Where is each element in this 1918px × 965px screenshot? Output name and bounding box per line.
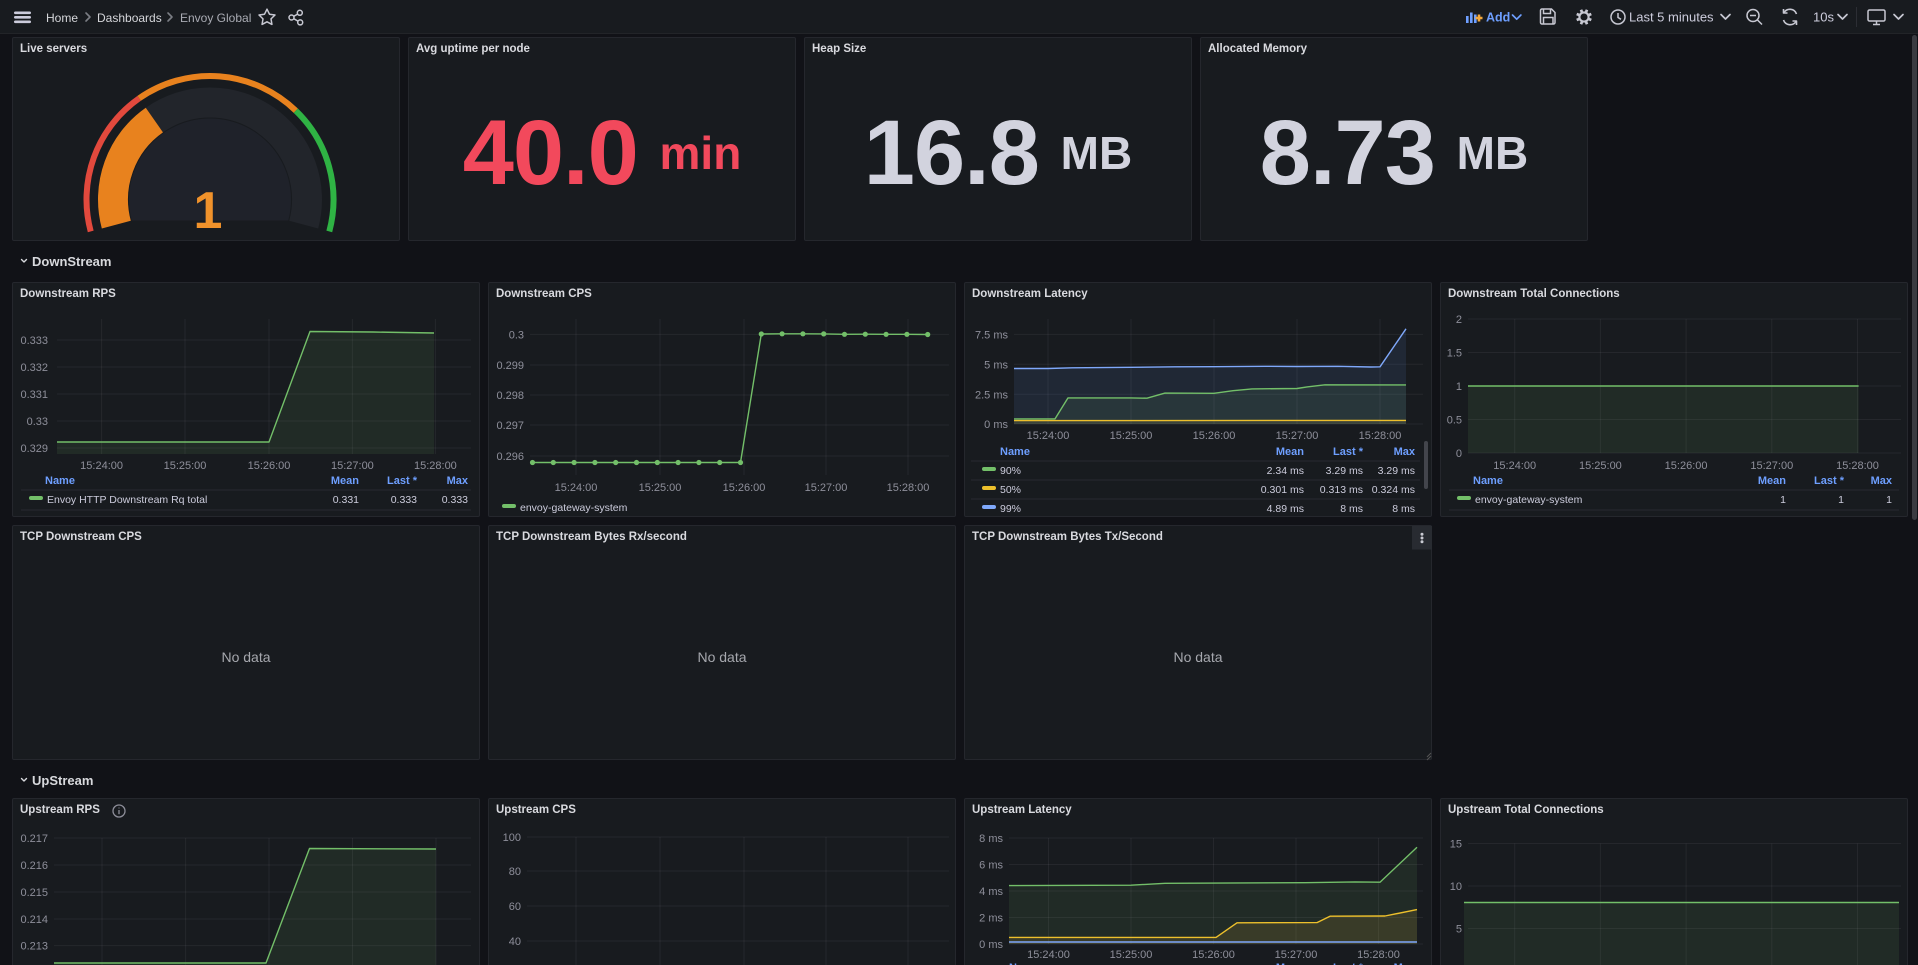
svg-text:100: 100 bbox=[503, 832, 521, 844]
svg-text:15:28:00: 15:28:00 bbox=[414, 460, 457, 472]
svg-text:0.33: 0.33 bbox=[27, 416, 48, 428]
svg-text:15:28:00: 15:28:00 bbox=[887, 482, 930, 494]
svg-text:0.301 ms: 0.301 ms bbox=[1261, 484, 1304, 496]
svg-text:Name: Name bbox=[1473, 475, 1503, 487]
svg-text:Envoy HTTP Downstream Rq total: Envoy HTTP Downstream Rq total bbox=[47, 494, 207, 506]
svg-text:80: 80 bbox=[509, 866, 521, 878]
svg-text:15:27:00: 15:27:00 bbox=[1750, 460, 1793, 472]
svg-text:15:24:00: 15:24:00 bbox=[80, 460, 123, 472]
svg-text:15:27:00: 15:27:00 bbox=[1275, 949, 1318, 961]
svg-text:0.216: 0.216 bbox=[20, 860, 48, 872]
svg-text:15:25:00: 15:25:00 bbox=[1579, 460, 1622, 472]
svg-text:15:24:00: 15:24:00 bbox=[1027, 949, 1070, 961]
svg-text:0.5: 0.5 bbox=[1447, 415, 1462, 427]
svg-text:Last *: Last * bbox=[387, 475, 418, 487]
svg-text:15:25:00: 15:25:00 bbox=[1110, 430, 1153, 442]
svg-text:Last *: Last * bbox=[1814, 475, 1845, 487]
svg-text:2: 2 bbox=[1456, 314, 1462, 326]
svg-text:Mean: Mean bbox=[1276, 446, 1304, 458]
svg-text:0.296: 0.296 bbox=[496, 451, 524, 463]
svg-text:0.215: 0.215 bbox=[20, 887, 48, 899]
svg-text:0.331: 0.331 bbox=[333, 494, 359, 506]
svg-text:Name: Name bbox=[45, 475, 75, 487]
svg-text:0.217: 0.217 bbox=[20, 833, 48, 845]
svg-text:15:24:00: 15:24:00 bbox=[1027, 430, 1070, 442]
svg-text:0.333: 0.333 bbox=[20, 335, 48, 347]
svg-text:1: 1 bbox=[194, 182, 223, 240]
svg-text:15:28:00: 15:28:00 bbox=[1359, 430, 1402, 442]
svg-text:60: 60 bbox=[509, 901, 521, 913]
svg-text:50%: 50% bbox=[1000, 484, 1021, 496]
svg-text:0.3: 0.3 bbox=[509, 329, 524, 341]
svg-text:15:24:00: 15:24:00 bbox=[1493, 460, 1536, 472]
svg-text:0.298: 0.298 bbox=[496, 390, 524, 402]
svg-text:15:28:00: 15:28:00 bbox=[1357, 949, 1400, 961]
svg-text:2.5 ms: 2.5 ms bbox=[975, 389, 1009, 401]
svg-text:0 ms: 0 ms bbox=[979, 939, 1003, 951]
svg-text:10s: 10s bbox=[1813, 10, 1834, 25]
svg-text:40: 40 bbox=[509, 936, 521, 948]
svg-text:8 ms: 8 ms bbox=[1340, 503, 1363, 515]
svg-text:1: 1 bbox=[1886, 494, 1892, 506]
svg-text:15:27:00: 15:27:00 bbox=[331, 460, 374, 472]
svg-text:0.329: 0.329 bbox=[20, 443, 48, 455]
svg-text:0.324 ms: 0.324 ms bbox=[1372, 484, 1415, 496]
svg-text:Max: Max bbox=[447, 475, 469, 487]
svg-text:Add: Add bbox=[1486, 11, 1510, 25]
svg-text:0.333: 0.333 bbox=[391, 494, 417, 506]
svg-text:2 ms: 2 ms bbox=[979, 913, 1003, 925]
svg-text:Max: Max bbox=[1871, 475, 1893, 487]
svg-text:0: 0 bbox=[1456, 448, 1462, 460]
svg-text:15: 15 bbox=[1450, 839, 1462, 851]
svg-text:15:26:00: 15:26:00 bbox=[1193, 430, 1236, 442]
svg-text:5 ms: 5 ms bbox=[984, 359, 1008, 371]
svg-text:0.331: 0.331 bbox=[20, 389, 48, 401]
svg-text:Mean: Mean bbox=[1758, 475, 1786, 487]
svg-text:15:24:00: 15:24:00 bbox=[555, 482, 598, 494]
svg-text:3.29 ms: 3.29 ms bbox=[1326, 465, 1363, 477]
svg-text:0.213: 0.213 bbox=[20, 941, 48, 953]
svg-text:Name: Name bbox=[1000, 446, 1030, 458]
svg-text:8 ms: 8 ms bbox=[979, 833, 1003, 845]
svg-text:99%: 99% bbox=[1000, 503, 1021, 515]
svg-text:15:27:00: 15:27:00 bbox=[805, 482, 848, 494]
svg-text:4 ms: 4 ms bbox=[979, 886, 1003, 898]
svg-text:15:25:00: 15:25:00 bbox=[1110, 949, 1153, 961]
svg-text:0.313 ms: 0.313 ms bbox=[1320, 484, 1363, 496]
svg-text:10: 10 bbox=[1450, 881, 1462, 893]
svg-text:15:26:00: 15:26:00 bbox=[1192, 949, 1235, 961]
svg-text:15:27:00: 15:27:00 bbox=[1276, 430, 1319, 442]
svg-text:1: 1 bbox=[1838, 494, 1844, 506]
svg-text:15:25:00: 15:25:00 bbox=[164, 460, 207, 472]
svg-text:2.34 ms: 2.34 ms bbox=[1267, 465, 1304, 477]
svg-text:Max: Max bbox=[1394, 446, 1416, 458]
svg-text:8 ms: 8 ms bbox=[1392, 503, 1415, 515]
svg-text:1.5: 1.5 bbox=[1447, 348, 1462, 360]
svg-text:0.299: 0.299 bbox=[496, 360, 524, 372]
svg-text:Last 5 minutes: Last 5 minutes bbox=[1629, 10, 1714, 25]
svg-text:4.89 ms: 4.89 ms bbox=[1267, 503, 1304, 515]
svg-text:6 ms: 6 ms bbox=[979, 860, 1003, 872]
svg-text:15:26:00: 15:26:00 bbox=[1665, 460, 1708, 472]
svg-text:1: 1 bbox=[1780, 494, 1786, 506]
svg-text:0.214: 0.214 bbox=[20, 914, 48, 926]
svg-text:0.333: 0.333 bbox=[442, 494, 468, 506]
svg-text:7.5 ms: 7.5 ms bbox=[975, 329, 1009, 341]
svg-text:15:25:00: 15:25:00 bbox=[639, 482, 682, 494]
svg-text:envoy-gateway-system: envoy-gateway-system bbox=[520, 502, 628, 514]
svg-text:0 ms: 0 ms bbox=[984, 419, 1008, 431]
svg-text:15:28:00: 15:28:00 bbox=[1836, 460, 1879, 472]
svg-text:Mean: Mean bbox=[331, 475, 359, 487]
svg-text:3.29 ms: 3.29 ms bbox=[1378, 465, 1415, 477]
svg-text:15:26:00: 15:26:00 bbox=[723, 482, 766, 494]
svg-text:5: 5 bbox=[1456, 924, 1462, 936]
svg-text:envoy-gateway-system: envoy-gateway-system bbox=[1475, 494, 1583, 506]
svg-text:0.332: 0.332 bbox=[20, 362, 48, 374]
svg-text:15:26:00: 15:26:00 bbox=[248, 460, 291, 472]
svg-text:0.297: 0.297 bbox=[496, 420, 524, 432]
svg-text:Last *: Last * bbox=[1333, 446, 1364, 458]
svg-text:90%: 90% bbox=[1000, 465, 1021, 477]
svg-text:1: 1 bbox=[1456, 381, 1462, 393]
